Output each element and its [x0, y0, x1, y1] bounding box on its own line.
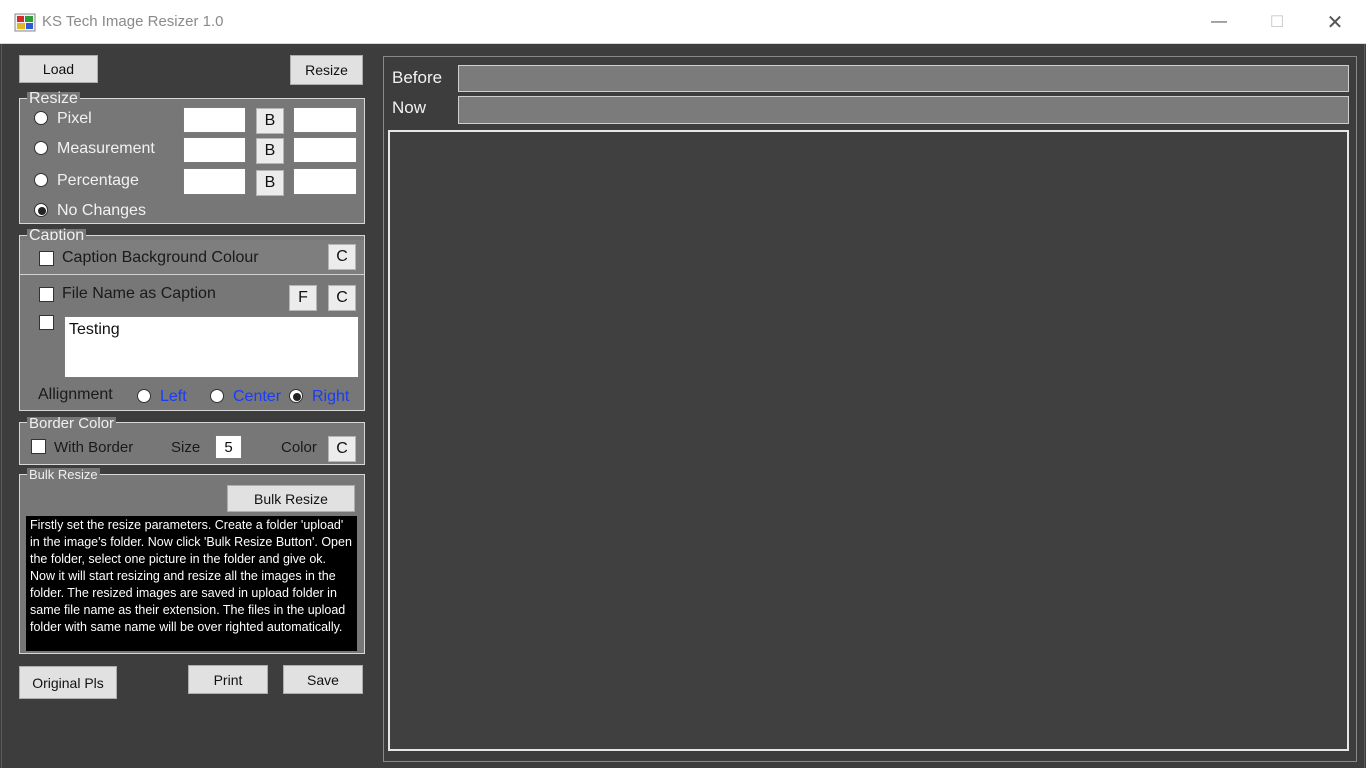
- percentage-radio[interactable]: [34, 173, 48, 187]
- print-button[interactable]: Print: [188, 665, 268, 694]
- maximize-button[interactable]: ☐: [1248, 0, 1306, 44]
- border-size-input[interactable]: 5: [215, 435, 242, 459]
- measurement-width-input[interactable]: [183, 137, 246, 163]
- measurement-radio[interactable]: [34, 141, 48, 155]
- no-changes-radio[interactable]: [34, 203, 48, 217]
- resize-button[interactable]: Resize: [290, 55, 363, 85]
- caption-text-input[interactable]: Testing: [64, 316, 359, 378]
- with-border-checkbox[interactable]: [31, 439, 46, 454]
- align-left-label: Left: [160, 388, 187, 405]
- align-center-radio[interactable]: [210, 389, 224, 403]
- bulk-resize-button[interactable]: Bulk Resize: [227, 485, 355, 512]
- caption-bg-color-button[interactable]: C: [328, 244, 356, 270]
- maximize-icon: ☐: [1269, 14, 1285, 31]
- close-button[interactable]: ✕: [1306, 0, 1364, 44]
- bulk-instructions: Firstly set the resize parameters. Creat…: [26, 516, 357, 651]
- pixel-label: Pixel: [57, 110, 92, 127]
- border-size-label: Size: [171, 439, 201, 456]
- pixel-width-input[interactable]: [183, 107, 246, 133]
- before-info-field: [458, 65, 1349, 92]
- window-title: KS Tech Image Resizer 1.0: [42, 13, 224, 30]
- percentage-width-input[interactable]: [183, 168, 246, 195]
- caption-bg-label: Caption Background Colour: [62, 249, 259, 266]
- file-name-checkbox[interactable]: [39, 287, 54, 302]
- border-color-label: Color: [281, 439, 317, 456]
- no-changes-label: No Changes: [57, 202, 146, 219]
- image-preview[interactable]: [388, 130, 1349, 751]
- caption-color-button[interactable]: C: [328, 285, 356, 311]
- align-right-label: Right: [312, 388, 350, 405]
- minimize-button[interactable]: —: [1190, 0, 1248, 44]
- load-button[interactable]: Load: [19, 55, 98, 83]
- percentage-label: Percentage: [57, 172, 139, 189]
- resize-legend: Resize: [27, 90, 80, 107]
- pixel-radio[interactable]: [34, 111, 48, 125]
- now-label: Now: [392, 98, 427, 117]
- now-info-field: [458, 96, 1349, 124]
- caption-bg-checkbox[interactable]: [39, 251, 54, 266]
- measurement-b-button[interactable]: B: [256, 138, 284, 164]
- percentage-b-button[interactable]: B: [256, 170, 284, 196]
- caption-font-button[interactable]: F: [289, 285, 317, 311]
- original-button[interactable]: Original Pls: [19, 666, 117, 699]
- pixel-b-button[interactable]: B: [256, 108, 284, 134]
- title-bar: KS Tech Image Resizer 1.0 — ☐ ✕: [0, 0, 1366, 44]
- custom-caption-checkbox[interactable]: [39, 315, 54, 330]
- alignment-label: Allignment: [38, 386, 113, 403]
- align-center-label: Center: [233, 388, 282, 405]
- save-button[interactable]: Save: [283, 665, 363, 694]
- measurement-height-input[interactable]: [293, 137, 357, 163]
- border-color-button[interactable]: C: [328, 436, 356, 462]
- pixel-height-input[interactable]: [293, 107, 357, 133]
- measurement-label: Measurement: [57, 140, 155, 157]
- bulk-resize-legend: Bulk Resize: [27, 467, 100, 482]
- with-border-label: With Border: [54, 439, 134, 456]
- minimize-icon: —: [1211, 13, 1227, 30]
- align-left-radio[interactable]: [137, 389, 151, 403]
- close-icon: ✕: [1326, 11, 1344, 34]
- app-icon: [14, 13, 36, 32]
- file-name-label: File Name as Caption: [62, 285, 216, 302]
- before-label: Before: [392, 68, 443, 87]
- align-right-radio[interactable]: [289, 389, 303, 403]
- percentage-height-input[interactable]: [293, 168, 357, 195]
- border-legend: Border Color: [27, 415, 117, 432]
